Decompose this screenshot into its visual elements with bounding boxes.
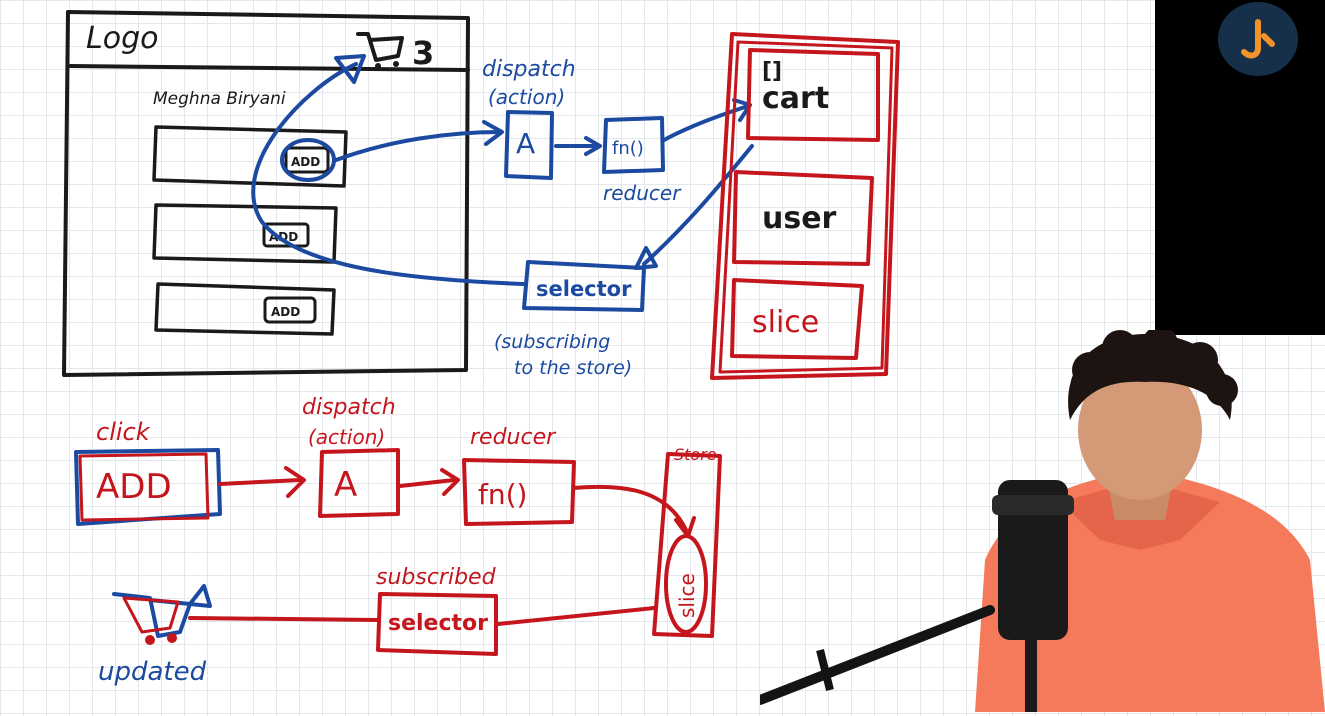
slice-label-cart: cart bbox=[762, 81, 829, 116]
action-box-bottom-label: A bbox=[334, 465, 357, 505]
reducer-label: reducer bbox=[603, 181, 682, 205]
store-slice-user: user bbox=[732, 170, 874, 266]
reducer-fn-label: fn() bbox=[612, 138, 644, 159]
slice-label-user: user bbox=[762, 201, 837, 236]
selector-box-bottom: selector bbox=[376, 592, 498, 656]
subscribing-line-1: (subscribing bbox=[494, 331, 610, 353]
click-label: click bbox=[96, 418, 151, 446]
selector-box-bottom-label: selector bbox=[388, 611, 488, 636]
dispatch-label-bottom: dispatch bbox=[302, 395, 396, 420]
action-box-label: A bbox=[516, 127, 535, 160]
dispatch-label: dispatch bbox=[482, 57, 576, 82]
action-box: A bbox=[504, 110, 554, 180]
reducer-box-bottom: fn() bbox=[462, 458, 576, 526]
cart-count: 3 bbox=[412, 34, 434, 72]
app-mockup: Logo 3 Meghna Biryani ADD ADD ADD bbox=[62, 10, 470, 377]
action-label-bottom: (action) bbox=[308, 425, 385, 449]
slice-label-bottom: slice bbox=[675, 573, 699, 618]
add-box-label: ADD bbox=[96, 467, 172, 507]
reducer-fn-bottom-label: fn() bbox=[478, 478, 527, 511]
selector-box-label: selector bbox=[536, 277, 632, 301]
reducer-label-bottom: reducer bbox=[470, 425, 557, 450]
cart-icon bbox=[356, 32, 404, 69]
action-label: (action) bbox=[488, 85, 565, 109]
add-button-label: ADD bbox=[271, 305, 300, 319]
selector-box: selector bbox=[522, 260, 646, 312]
mic-stand bbox=[755, 605, 995, 705]
subscribed-label: subscribed bbox=[376, 565, 497, 590]
restaurant-name: Meghna Biryani bbox=[153, 89, 286, 109]
bottom-red-flow: click ADD dispatch (action) A reducer fn… bbox=[74, 395, 722, 687]
menu-item-row: ADD bbox=[154, 282, 336, 336]
subscribing-line-2: to the store) bbox=[514, 357, 632, 379]
cart-icon bbox=[112, 584, 212, 645]
updated-label: updated bbox=[98, 657, 207, 687]
reducer-box: fn() bbox=[602, 116, 665, 174]
logo-icon bbox=[1218, 2, 1298, 76]
top-blue-flow: dispatch (action) A fn() reducer selecto… bbox=[251, 54, 754, 379]
app-logo-text: Logo bbox=[86, 21, 158, 56]
action-box-bottom: A bbox=[318, 448, 400, 518]
redux-store: [] cart user slice bbox=[710, 32, 900, 380]
presenter-video bbox=[755, 326, 1325, 712]
add-box: ADD bbox=[74, 448, 222, 526]
store-slice-cart: [] cart bbox=[746, 48, 880, 142]
add-button-label: ADD bbox=[291, 155, 320, 169]
store-box-bottom: slice bbox=[652, 452, 722, 638]
